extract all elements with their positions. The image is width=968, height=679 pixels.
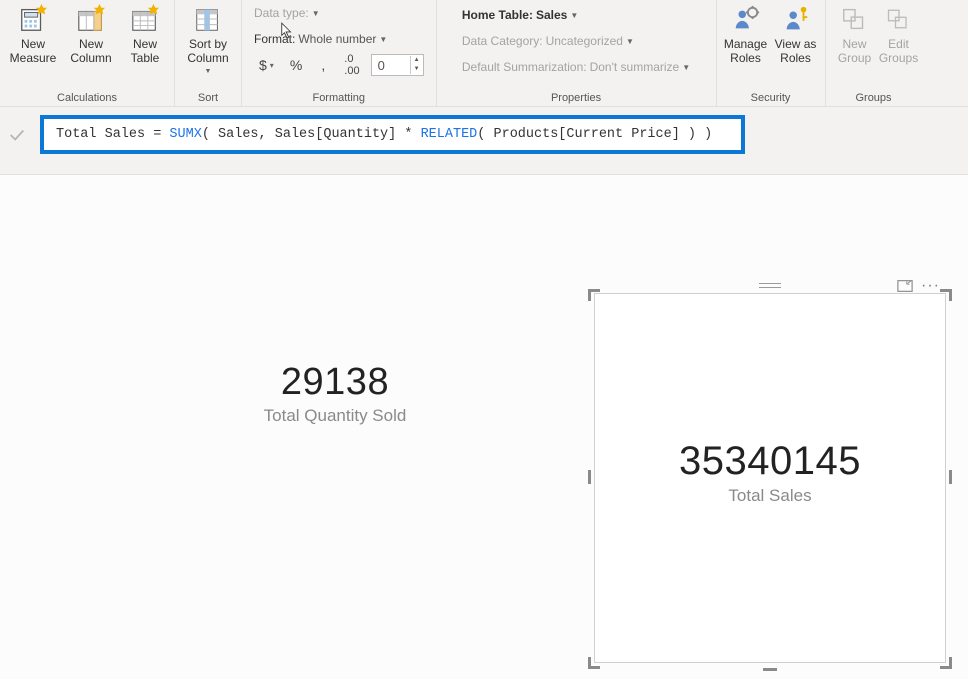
home-table-dropdown[interactable]: Home Table: Sales ▼ xyxy=(462,4,690,26)
card-visual-content: 35340145 Total Sales xyxy=(595,439,945,506)
view-as-roles-button[interactable]: View as Roles xyxy=(773,2,819,67)
ribbon-group-security: Manage Roles View as Roles Security xyxy=(717,0,826,106)
increase-decimal-icon[interactable]: .0.00 xyxy=(339,54,364,76)
ribbon-group-groups: New Group Edit Groups Groups xyxy=(826,0,922,106)
group-label-calculations: Calculations xyxy=(6,92,168,106)
chevron-down-icon: ▼ xyxy=(682,63,690,72)
check-icon xyxy=(8,126,26,144)
group-icon xyxy=(840,4,870,34)
card-label: Total Quantity Sold xyxy=(225,406,445,426)
resize-handle[interactable] xyxy=(949,657,952,669)
table-column-icon xyxy=(76,4,106,34)
calculator-icon xyxy=(18,4,48,34)
resize-handle[interactable] xyxy=(949,289,952,301)
new-table-button[interactable]: New Table xyxy=(122,2,168,67)
data-category-value: Uncategorized xyxy=(546,34,623,48)
formula-part: ( Products[Current Price] ) ) xyxy=(477,127,712,142)
card-label: Total Sales xyxy=(595,486,945,506)
data-category-label: Data Category: xyxy=(462,34,543,48)
decimal-places-input[interactable]: 0 ▲▼ xyxy=(371,54,424,76)
resize-handle[interactable] xyxy=(949,470,952,484)
ribbon-group-calculations: New Measure New Column xyxy=(0,0,175,106)
ribbon-group-sort: Sort by Column ▼ Sort xyxy=(175,0,242,106)
format-value: Whole number xyxy=(298,32,376,46)
card-value: 35340145 xyxy=(595,439,945,484)
ribbon-group-properties: Home Table: Sales ▼ Data Category: Uncat… xyxy=(437,0,717,106)
focus-mode-icon[interactable] xyxy=(897,279,913,293)
resize-handle[interactable] xyxy=(763,668,777,671)
format-dropdown[interactable]: Format: Whole number ▼ xyxy=(254,28,424,50)
new-group-label: New Group xyxy=(832,37,878,65)
users-gear-icon xyxy=(731,4,761,34)
edit-groups-label: Edit Groups xyxy=(879,37,918,65)
group-edit-icon xyxy=(885,4,913,34)
currency-symbol: $ xyxy=(259,57,267,73)
data-type-dropdown[interactable]: Data type: ▼ xyxy=(254,2,424,24)
manage-roles-button[interactable]: Manage Roles xyxy=(723,2,769,67)
home-table-label: Home Table: xyxy=(462,8,533,22)
table-icon xyxy=(130,4,160,34)
formula-bar[interactable]: Total Sales = SUMX( Sales, Sales[Quantit… xyxy=(40,115,745,154)
formula-fn: SUMX xyxy=(169,127,201,142)
visual-frame: 35340145 Total Sales xyxy=(594,293,946,663)
thousands-sep-button[interactable]: , xyxy=(313,54,333,76)
ribbon: New Measure New Column xyxy=(0,0,968,107)
new-column-label: New Column xyxy=(64,37,118,65)
sort-icon xyxy=(193,4,223,34)
card-visual-totalsales-selected[interactable]: ··· 35340145 Total Sales xyxy=(590,275,950,675)
drag-handle-icon[interactable] xyxy=(759,283,781,291)
percent-button[interactable]: % xyxy=(285,54,307,76)
resize-handle[interactable] xyxy=(588,470,591,484)
data-type-label: Data type: xyxy=(254,6,309,20)
manage-roles-label: Manage Roles xyxy=(723,37,769,65)
formula-commit-button[interactable] xyxy=(0,117,34,153)
default-summarization-label: Default Summarization: xyxy=(462,60,587,74)
format-label: Format: xyxy=(254,32,295,46)
formula-part: Total Sales = xyxy=(56,127,169,142)
chevron-down-icon: ▼ xyxy=(570,11,578,20)
chevron-down-icon: ▼ xyxy=(312,9,320,18)
group-label-sort: Sort xyxy=(181,92,235,106)
chevron-down-icon: ▼ xyxy=(379,35,387,44)
card-value: 29138 xyxy=(225,361,445,404)
resize-handle[interactable] xyxy=(588,657,591,669)
new-measure-button[interactable]: New Measure xyxy=(6,2,60,67)
group-label-properties: Properties xyxy=(443,92,710,106)
home-table-value: Sales xyxy=(536,8,567,22)
view-as-roles-label: View as Roles xyxy=(773,37,819,65)
default-summarization-dropdown[interactable]: Default Summarization: Don't summarize ▼ xyxy=(462,56,690,78)
data-category-dropdown[interactable]: Data Category: Uncategorized ▼ xyxy=(462,30,690,52)
group-label-groups: Groups xyxy=(832,92,916,106)
spin-down-icon[interactable]: ▼ xyxy=(411,65,423,74)
new-measure-label: New Measure xyxy=(6,37,60,65)
formula-fn: RELATED xyxy=(421,127,478,142)
new-group-button[interactable]: New Group xyxy=(832,2,878,67)
formula-part: ( Sales, Sales[Quantity] * xyxy=(202,127,421,142)
user-key-icon xyxy=(781,4,811,34)
group-label-security: Security xyxy=(723,92,819,106)
default-summarization-value: Don't summarize xyxy=(590,60,680,74)
decimal-places-value: 0 xyxy=(372,58,410,73)
sort-by-column-button[interactable]: Sort by Column ▼ xyxy=(181,2,235,81)
currency-button[interactable]: $ ▾ xyxy=(254,54,279,76)
ribbon-group-formatting: Data type: ▼ Format: Whole number ▼ $ ▾ … xyxy=(242,0,437,106)
formula-bar-area: Total Sales = SUMX( Sales, Sales[Quantit… xyxy=(0,107,968,175)
resize-handle[interactable] xyxy=(588,289,591,301)
report-canvas[interactable]: 29138 Total Quantity Sold ··· 35340145 T… xyxy=(0,175,968,679)
group-label-formatting: Formatting xyxy=(248,92,430,106)
spin-up-icon[interactable]: ▲ xyxy=(411,56,423,65)
new-column-button[interactable]: New Column xyxy=(64,2,118,67)
chevron-down-icon: ▼ xyxy=(626,37,634,46)
card-visual-quantity[interactable]: 29138 Total Quantity Sold xyxy=(225,361,445,426)
chevron-down-icon: ▾ xyxy=(270,61,274,70)
sort-by-column-label: Sort by Column xyxy=(181,37,235,65)
new-table-label: New Table xyxy=(122,37,168,65)
edit-groups-button[interactable]: Edit Groups xyxy=(882,2,916,67)
